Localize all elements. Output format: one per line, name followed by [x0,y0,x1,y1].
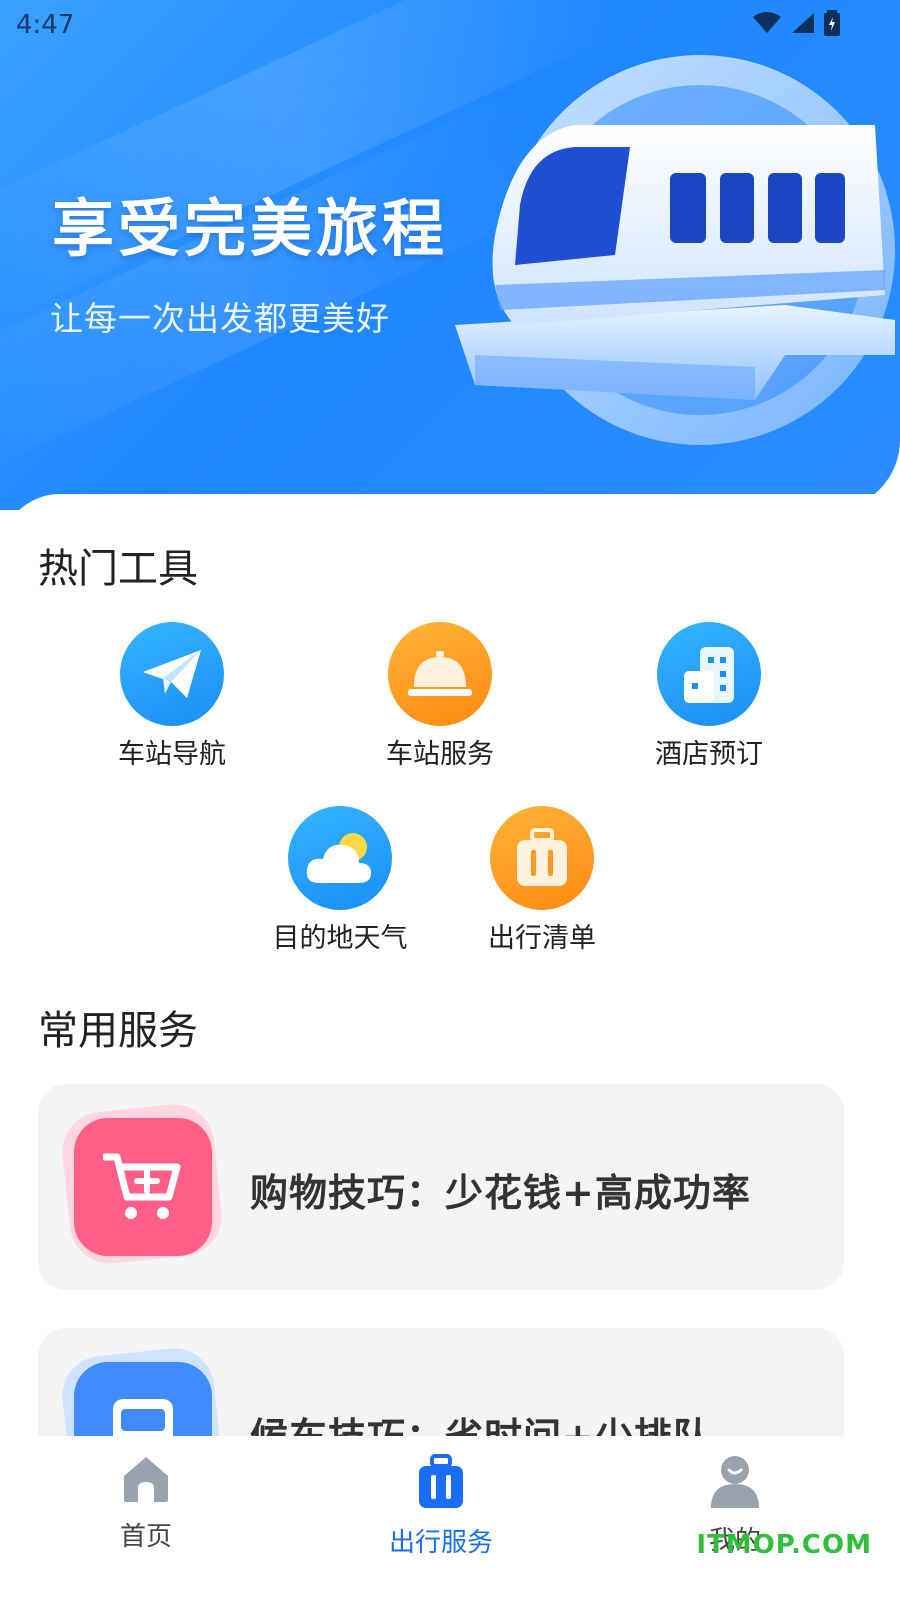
hero-subtitle: 让每一次出发都更美好 [50,299,390,338]
home-icon [124,1457,168,1502]
tab-label: 出行服务 [388,1528,493,1558]
service-card-shopping-tips[interactable]: 购物技巧：少花钱+高成功率 [38,1084,844,1290]
status-icons [752,10,840,36]
hero-banner: 4:47 享受完美旅程 让每一次出发都更美好 [0,0,900,510]
service-bell-icon [388,622,492,726]
watermark: ITMOP.COM [696,1530,872,1560]
bottom-tab-bar: 首页 出行服务 我的 [0,1436,900,1600]
status-bar: 4:47 [0,0,900,50]
tab-travel-services[interactable]: 出行服务 [341,1454,541,1559]
paper-plane-icon [120,622,224,726]
weather-icon [288,806,392,910]
train-illustration [455,55,895,445]
tool-label: 目的地天气 [272,923,408,954]
suitcase-icon [490,806,594,910]
profile-icon [711,1456,759,1508]
tool-label: 车站服务 [386,739,494,770]
tool-label: 酒店预订 [655,739,763,770]
service-card-text: 购物技巧：少花钱+高成功率 [250,1171,751,1215]
tool-label: 车站导航 [118,739,226,770]
wifi-icon [753,12,781,33]
tool-station-navigation[interactable]: 车站导航 [82,622,262,771]
hero-title: 享受完美旅程 [52,192,449,265]
tool-station-service[interactable]: 车站服务 [350,622,530,771]
luggage-icon [419,1454,463,1508]
battery-icon [824,10,840,36]
tool-travel-checklist[interactable]: 出行清单 [452,806,632,955]
tab-label: 首页 [119,1522,172,1552]
hot-tools-title: 热门工具 [38,546,198,592]
shopping-cart-icon [58,1100,226,1268]
signal-icon [792,13,814,33]
status-time: 4:47 [16,10,75,40]
tab-home[interactable]: 首页 [46,1454,246,1553]
tool-hotel-booking[interactable]: 酒店预订 [619,622,799,771]
tool-label: 出行清单 [488,923,596,954]
tool-destination-weather[interactable]: 目的地天气 [250,806,430,955]
common-services-title: 常用服务 [38,1008,198,1054]
building-icon [657,622,761,726]
